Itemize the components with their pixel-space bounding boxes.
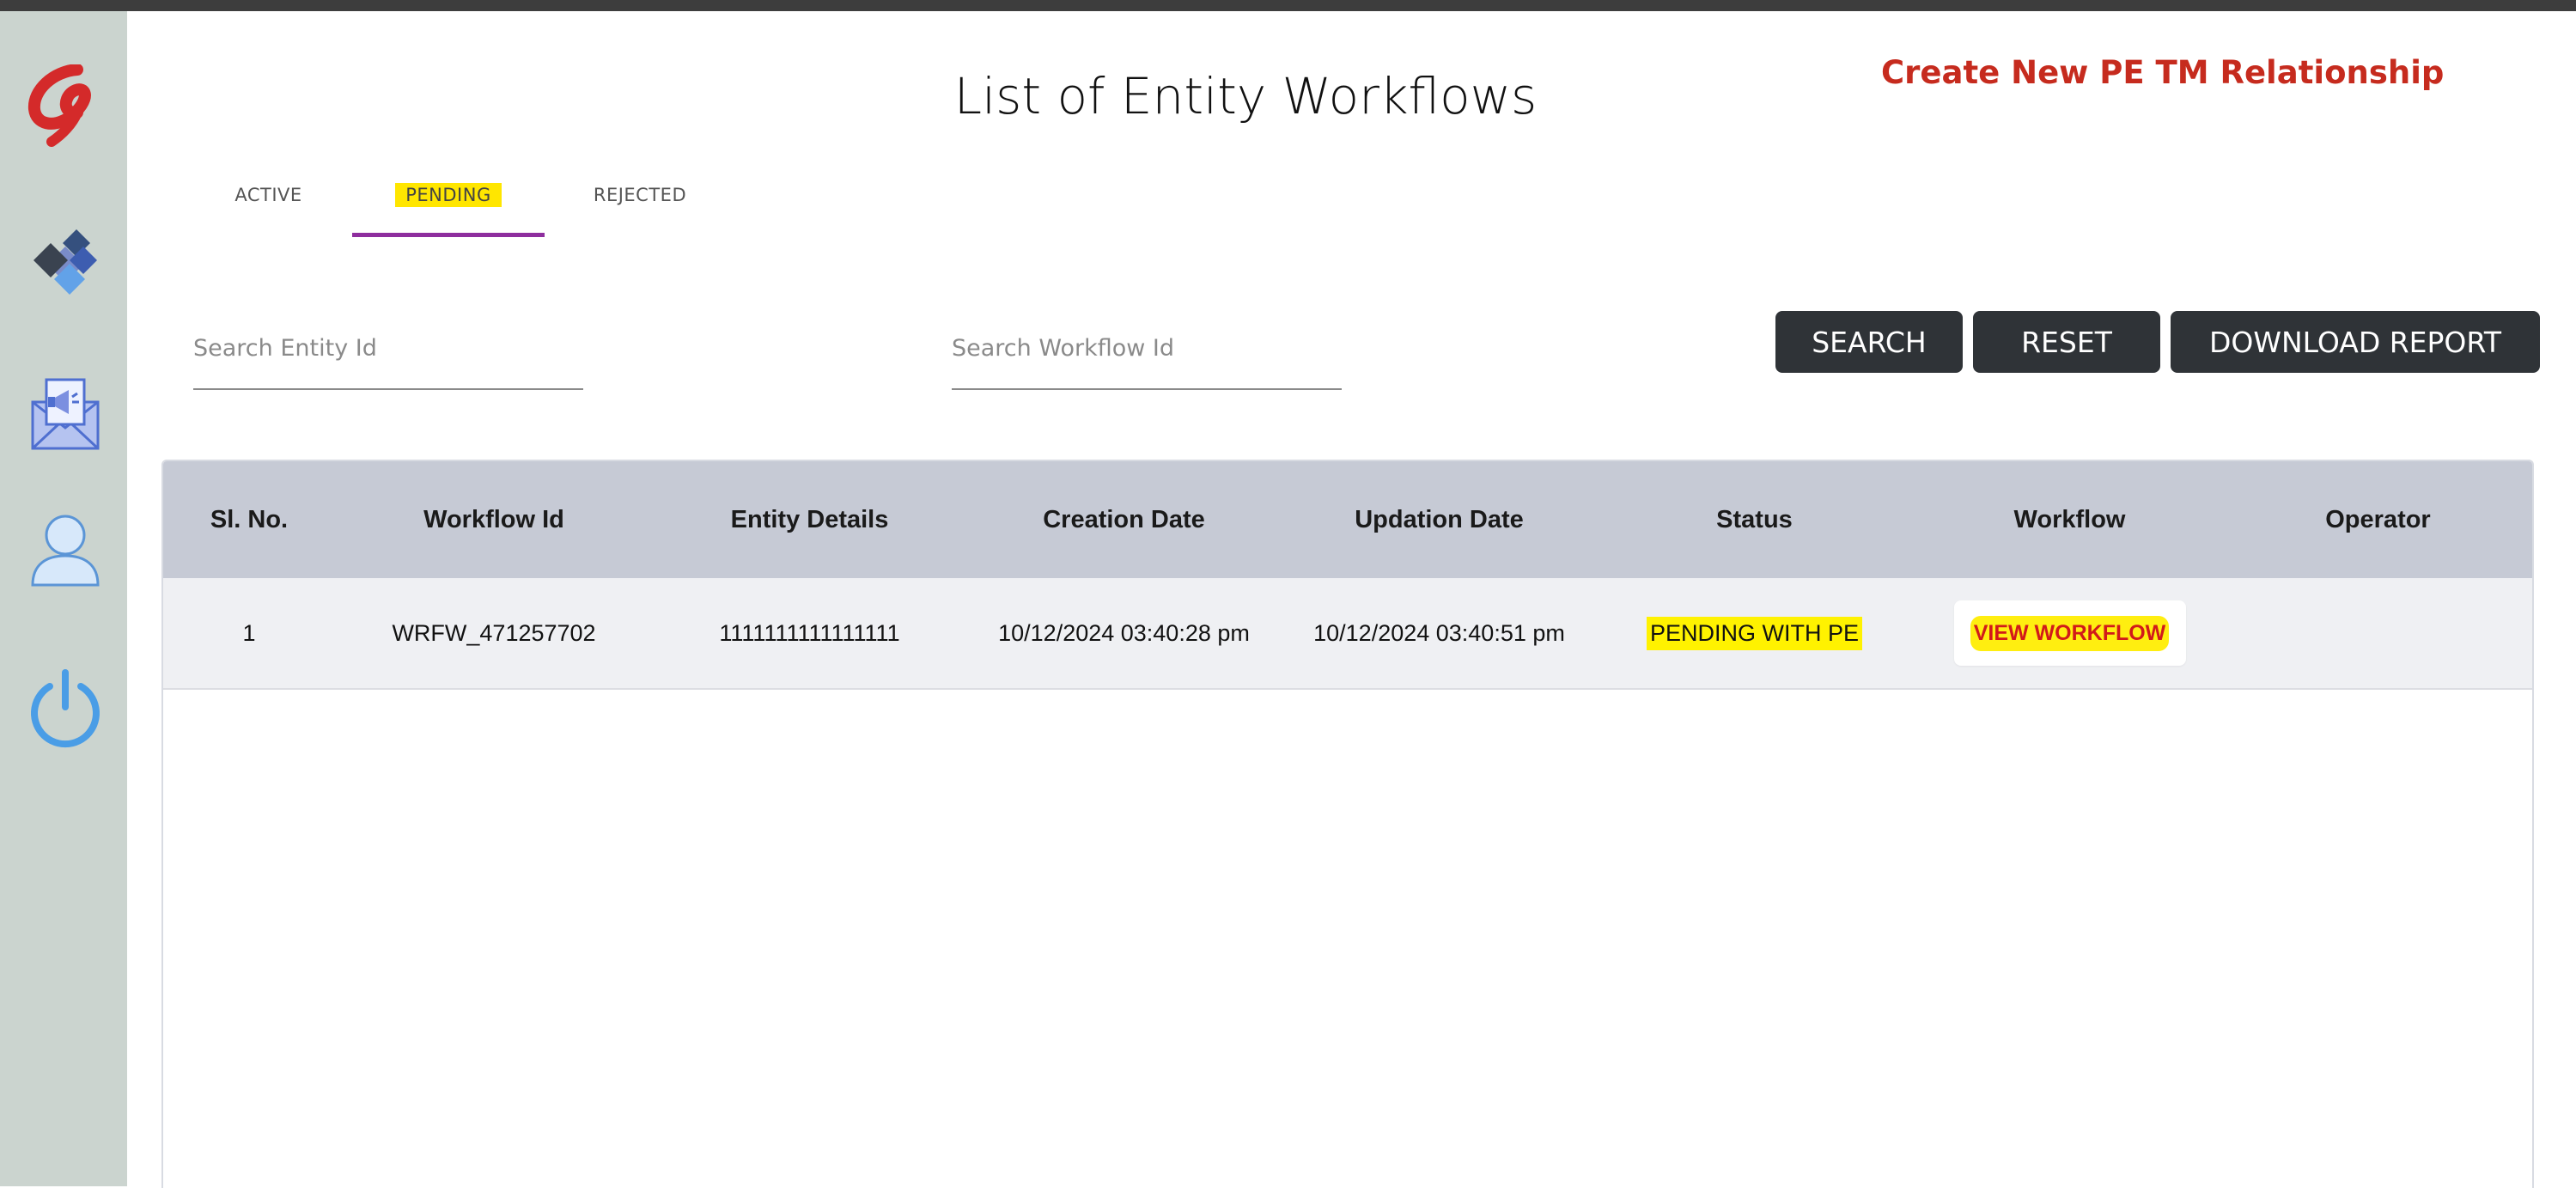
table-header: Sl. No. Workflow Id Entity Details Creat… <box>163 461 2532 578</box>
download-report-button[interactable]: DOWNLOAD REPORT <box>2171 311 2540 373</box>
tab-rejected[interactable]: REJECTED <box>545 153 735 237</box>
cell-operator <box>2227 578 2529 688</box>
reset-button[interactable]: RESET <box>1973 311 2160 373</box>
cell-sl-no: 1 <box>242 619 256 646</box>
cell-creation-date: 10/12/2024 03:40:28 pm <box>998 619 1250 646</box>
column-header: Status <box>1716 505 1793 533</box>
workflow-id-search-input[interactable] <box>952 318 1342 378</box>
entity-id-search-input[interactable] <box>193 318 583 378</box>
column-header: Workflow <box>2013 505 2126 533</box>
workflow-id-search-field <box>952 318 1342 390</box>
tab-label: REJECTED <box>593 185 687 205</box>
view-workflow-label: VIEW WORKFLOW <box>1970 615 2170 651</box>
view-workflow-button[interactable]: VIEW WORKFLOW <box>1953 600 2186 666</box>
create-relationship-link[interactable]: Create New PE TM Relationship <box>1881 54 2444 91</box>
workflows-table: Sl. No. Workflow Id Entity Details Creat… <box>161 460 2534 1188</box>
cell-entity-details: 1111111111111111 <box>719 619 900 646</box>
cell-workflow: VIEW WORKFLOW <box>1912 578 2227 688</box>
airtel-logo-icon[interactable] <box>15 58 115 153</box>
status-badge: PENDING WITH PE <box>1646 616 1862 650</box>
column-header: Operator <box>2325 505 2431 533</box>
column-header: Sl. No. <box>210 505 289 533</box>
tab-bar: ACTIVE PENDING REJECTED <box>185 153 735 237</box>
table-row: 1 WRFW_471257702 1111111111111111 10/12/… <box>163 578 2532 690</box>
power-icon[interactable] <box>15 661 115 756</box>
column-header: Creation Date <box>1043 505 1205 533</box>
tab-active[interactable]: ACTIVE <box>185 153 352 237</box>
tab-label: PENDING <box>395 183 502 207</box>
cell-updation-date: 10/12/2024 03:40:51 pm <box>1313 619 1565 646</box>
page-title: List of Entity Workflows <box>953 67 1538 125</box>
diamond-shapes-icon[interactable] <box>15 217 115 312</box>
cell-workflow-id: WRFW_471257702 <box>392 619 596 646</box>
column-header: Entity Details <box>730 505 889 533</box>
cell-status: PENDING WITH PE <box>1597 578 1912 688</box>
mail-megaphone-icon[interactable] <box>15 365 115 460</box>
tab-pending[interactable]: PENDING <box>352 153 545 237</box>
tab-label: ACTIVE <box>234 185 302 205</box>
search-button[interactable]: SEARCH <box>1775 311 1963 373</box>
user-profile-icon[interactable] <box>15 503 115 597</box>
column-header: Updation Date <box>1355 505 1524 533</box>
column-header: Workflow Id <box>423 505 564 533</box>
sidebar <box>0 11 127 1186</box>
entity-id-search-field <box>193 318 583 390</box>
top-bar <box>0 0 2576 11</box>
